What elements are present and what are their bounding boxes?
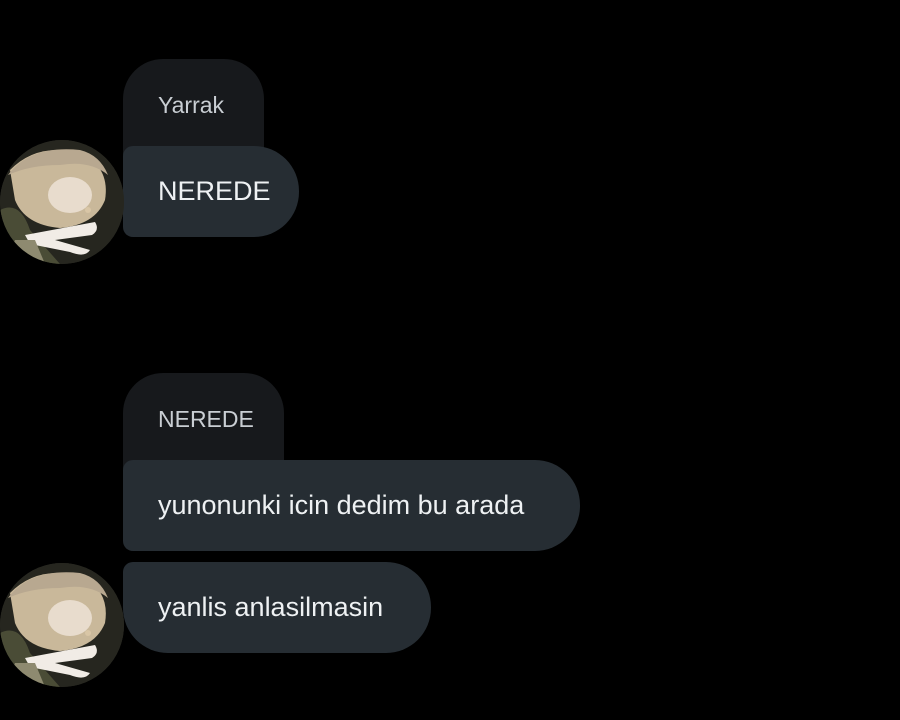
reply-quote-text: NEREDE xyxy=(158,406,254,432)
message-bubble[interactable]: NEREDE xyxy=(123,146,299,237)
message-bubble[interactable]: yunonunki icin dedim bu arada xyxy=(123,460,580,551)
reply-quote-preview[interactable]: Yarrak xyxy=(123,59,264,155)
message-text: yanlis anlasilmasin xyxy=(158,592,384,622)
avatar-photo-icon xyxy=(0,563,124,687)
contact-avatar[interactable] xyxy=(0,140,124,264)
reply-quote-preview[interactable]: NEREDE xyxy=(123,373,284,469)
reply-quote-text: Yarrak xyxy=(158,92,225,118)
message-text: NEREDE xyxy=(158,176,271,206)
contact-avatar[interactable] xyxy=(0,563,124,687)
message-bubble[interactable]: yanlis anlasilmasin xyxy=(123,562,431,653)
message-text: yunonunki icin dedim bu arada xyxy=(158,490,525,520)
avatar-photo-icon xyxy=(0,140,124,264)
